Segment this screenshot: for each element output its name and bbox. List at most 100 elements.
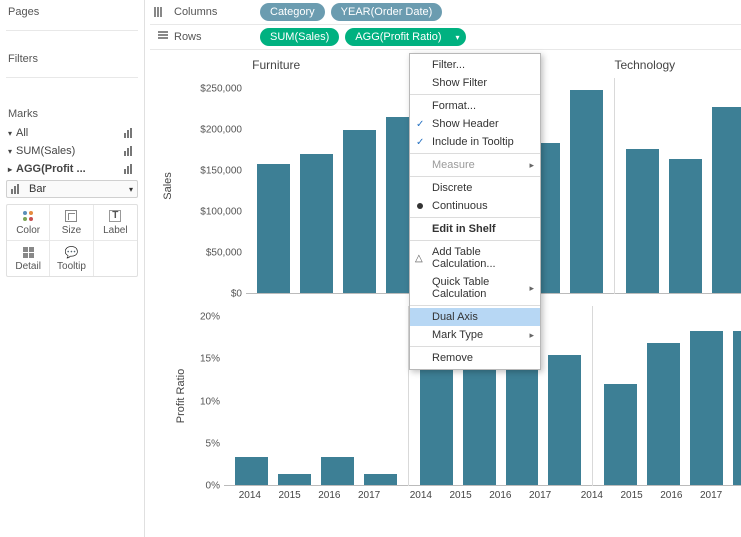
bar-mark[interactable] [257,164,290,294]
pill-agg-profit-ratio[interactable]: AGG(Profit Ratio) ▾ [345,28,465,46]
rows-shelf[interactable]: Rows SUM(Sales) AGG(Profit Ratio) ▾ [150,25,741,50]
bar-mark[interactable] [321,457,354,486]
encoding-tooltip[interactable]: 💬 Tooltip [50,241,93,276]
size-icon [65,210,77,222]
bar-mark[interactable] [690,331,723,486]
bar-mark[interactable] [235,457,268,486]
menu-separator [410,305,540,306]
x-axis-tick: 2017 [520,490,560,504]
bar-mark[interactable] [669,159,702,294]
bar-mark[interactable] [626,149,659,294]
menu-item-show-header[interactable]: Show Header [410,115,540,133]
bar-mark[interactable] [604,384,637,486]
menu-separator [410,346,540,347]
menu-item-measure: Measure [410,156,540,174]
bar-chart-icon [124,128,136,138]
menu-item-quick-table-calculation[interactable]: Quick Table Calculation [410,273,540,303]
menu-item-include-in-tooltip[interactable]: Include in Tooltip [410,133,540,151]
column-header: Technology [553,58,737,78]
caret-down-icon: ▾ [455,33,459,42]
columns-shelf[interactable]: Columns Category YEAR(Order Date) [150,0,741,25]
mark-type-value: Bar [29,183,46,195]
bar-mark[interactable] [733,331,741,486]
encoding-label: Color [16,225,40,236]
pill-dropdown-handle[interactable]: ▾ [451,33,459,42]
menu-item-show-filter[interactable]: Show Filter [410,74,540,92]
columns-icon [154,6,168,18]
marks-card-label: All [16,127,28,139]
menu-item-filter[interactable]: Filter... [410,56,540,74]
menu-item-dual-axis[interactable]: Dual Axis [410,308,540,326]
pill-context-menu[interactable]: Filter...Show Filter Format...Show Header… [409,53,541,370]
color-icon [23,211,33,221]
shelves: Columns Category YEAR(Order Date) Rows S… [150,0,741,50]
axis-title: Sales [162,172,174,200]
menu-item-remove[interactable]: Remove [410,349,540,367]
encoding-label: Label [103,225,127,236]
marks-card-all[interactable]: ▾ All [6,124,138,142]
bar-chart-icon [124,146,136,156]
mark-type-dropdown[interactable]: Bar ▾ [6,180,138,198]
side-panels: Pages Filters Marks ▾All ▾SUM(Sales) ▸AG… [0,0,145,537]
chevron-down-icon: ▾ [8,129,12,138]
menu-separator [410,240,540,241]
axis-tick: $250,000 [200,84,242,95]
x-axis-tick: 2014 [230,490,270,504]
marks-card-label: AGG(Profit ... [16,163,86,175]
bar-mark[interactable] [548,355,581,486]
encoding-color[interactable]: Color [7,205,50,241]
marks-card-profit-ratio[interactable]: ▸ AGG(Profit ... [6,160,138,178]
axis-tick: 10% [200,396,220,407]
menu-item-add-table-calculation[interactable]: Add Table Calculation... [410,243,540,273]
axis-tick: $0 [231,289,242,300]
menu-item-mark-type[interactable]: Mark Type [410,326,540,344]
encoding-label: Tooltip [57,261,86,272]
bar-mark[interactable] [647,343,680,486]
x-axis-tick: 2015 [612,490,652,504]
menu-separator [410,176,540,177]
marks-card-sales[interactable]: ▾ SUM(Sales) [6,142,138,160]
encoding-detail[interactable]: Detail [7,241,50,276]
marks-card-label: SUM(Sales) [16,145,75,157]
filters-panel-header: Filters [6,49,138,78]
chevron-right-icon: ▸ [8,165,12,174]
axis-tick: 15% [200,354,220,365]
pill-sum-sales[interactable]: SUM(Sales) [260,28,339,46]
x-axis-tick: 2015 [270,490,310,504]
bar-mark[interactable] [343,130,376,294]
encoding-label[interactable]: T Label [94,205,137,241]
encoding-size[interactable]: Size [50,205,93,241]
pill-year-order-date[interactable]: YEAR(Order Date) [331,3,443,21]
x-axis-tick: 2016 [481,490,521,504]
bar-mark[interactable] [712,107,741,294]
chevron-down-icon: ▾ [8,147,12,156]
pill-category[interactable]: Category [260,3,325,21]
column-header: Furniture [184,58,368,78]
encoding-empty [94,241,137,276]
x-axis-tick: 2016 [652,490,692,504]
x-axis-tick: 2015 [441,490,481,504]
x-axis-tick: 2017 [691,490,731,504]
menu-separator [410,153,540,154]
bar-mark[interactable] [570,90,603,294]
menu-item-discrete[interactable]: Discrete [410,179,540,197]
menu-separator [410,94,540,95]
axis-tick: $150,000 [200,166,242,177]
bar-mark[interactable] [420,363,453,486]
axis-tick: $200,000 [200,125,242,136]
x-axis-tick: 2014 [401,490,441,504]
menu-item-format[interactable]: Format... [410,97,540,115]
bar-chart-icon [11,184,23,194]
x-axis-tick: 2016 [310,490,350,504]
bar-chart-icon [124,164,136,174]
menu-separator [410,217,540,218]
axis-title: Profit Ratio [175,369,187,423]
x-axis-tick: 2017 [349,490,389,504]
axis-tick: 5% [206,438,220,449]
menu-item-continuous[interactable]: Continuous [410,197,540,215]
axis-tick: 0% [206,481,220,492]
menu-item-edit-in-shelf[interactable]: Edit in Shelf [410,220,540,238]
bar-mark[interactable] [300,154,333,294]
axis-tick: 20% [200,312,220,323]
x-axis-tick: 2014 [572,490,612,504]
